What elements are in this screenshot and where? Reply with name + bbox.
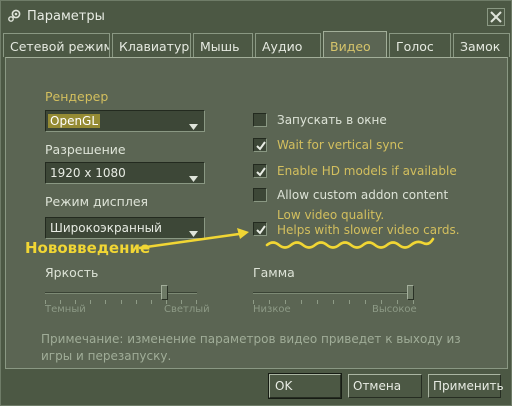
cancel-button[interactable]: Отмена xyxy=(348,374,422,398)
ok-button[interactable]: OK xyxy=(268,373,342,399)
slider-track xyxy=(253,292,414,294)
annotation-label: Нововведение xyxy=(25,239,151,257)
slider-tick xyxy=(349,300,350,304)
renderer-dropdown[interactable]: OpenGL xyxy=(45,110,205,132)
slider-tick xyxy=(90,300,91,304)
tab-bar: Сетевой режим Клавиатура Мышь Аудио Виде… xyxy=(3,31,511,57)
checkmark-icon xyxy=(256,225,266,235)
hd-models-label: Enable HD models if available xyxy=(277,164,457,178)
vsync-checkbox[interactable] xyxy=(253,138,267,152)
display-mode-dropdown[interactable]: Широкоэкранный xyxy=(45,217,205,239)
vsync-label: Wait for vertical sync xyxy=(277,138,404,152)
custom-addon-checkbox-row[interactable]: Allow custom addon content xyxy=(253,187,493,205)
settings-window: Параметры Сетевой режим Клавиатура Мышь … xyxy=(0,0,512,406)
slider-track xyxy=(45,292,197,294)
gamma-max-label: Высокое xyxy=(372,304,417,315)
tab-network[interactable]: Сетевой режим xyxy=(3,33,110,57)
custom-addon-checkbox[interactable] xyxy=(253,188,267,202)
low-quality-label-line2: Helps with slower video cards. xyxy=(277,223,460,237)
apply-button[interactable]: Применить xyxy=(428,374,504,398)
close-icon xyxy=(488,9,504,25)
brightness-min-label: Темный xyxy=(45,304,86,315)
tab-audio[interactable]: Аудио xyxy=(255,33,321,57)
slider-tick xyxy=(136,300,137,304)
checkmark-icon xyxy=(256,167,266,177)
slider-thumb[interactable] xyxy=(407,285,414,300)
display-mode-label: Режим дисплея xyxy=(45,194,149,209)
low-quality-label-line1: Low video quality. xyxy=(277,208,385,222)
slider-tick xyxy=(317,300,318,304)
tab-mouse[interactable]: Мышь xyxy=(193,33,253,57)
resolution-label: Разрешение xyxy=(45,142,126,157)
window-title: Параметры xyxy=(27,9,105,24)
windowed-checkbox[interactable] xyxy=(253,113,267,127)
close-button[interactable] xyxy=(487,8,505,26)
display-mode-value: Широкоэкранный xyxy=(50,221,162,235)
resolution-value: 1920 x 1080 xyxy=(50,166,126,180)
brightness-label: Яркость xyxy=(45,265,99,280)
chevron-down-icon xyxy=(189,119,198,130)
checkmark-icon xyxy=(256,141,266,151)
renderer-label: Рендерер xyxy=(45,89,109,104)
slider-tick xyxy=(105,300,106,304)
slider-tick xyxy=(365,300,366,304)
gamma-label: Гамма xyxy=(253,265,295,280)
hd-models-checkbox[interactable] xyxy=(253,164,267,178)
renderer-value: OpenGL xyxy=(48,114,101,128)
tab-voice[interactable]: Голос xyxy=(389,33,451,57)
chevron-down-icon xyxy=(189,171,198,182)
hd-models-checkbox-row[interactable]: Enable HD models if available xyxy=(253,163,493,181)
gamma-min-label: Низкое xyxy=(253,304,291,315)
title-bar[interactable]: Параметры xyxy=(1,1,511,31)
custom-addon-label: Allow custom addon content xyxy=(277,188,449,202)
slider-thumb[interactable] xyxy=(161,285,168,300)
slider-tick xyxy=(301,300,302,304)
chevron-down-icon xyxy=(189,226,198,237)
low-quality-checkbox[interactable] xyxy=(253,222,267,236)
vsync-checkbox-row[interactable]: Wait for vertical sync xyxy=(253,137,493,155)
tab-video[interactable]: Видео xyxy=(323,31,387,57)
low-quality-checkbox-row[interactable]: Low video quality. Helps with slower vid… xyxy=(253,208,493,242)
slider-tick xyxy=(121,300,122,304)
steam-icon xyxy=(7,9,21,23)
tab-keyboard[interactable]: Клавиатура xyxy=(112,33,191,57)
video-note: Примечание: изменение параметров видео п… xyxy=(41,332,461,363)
tab-lock[interactable]: Замок xyxy=(453,33,510,57)
windowed-checkbox-row[interactable]: Запускать в окне xyxy=(253,112,493,130)
resolution-dropdown[interactable]: 1920 x 1080 xyxy=(45,162,205,184)
windowed-label: Запускать в окне xyxy=(277,113,387,127)
slider-tick xyxy=(333,300,334,304)
slider-tick xyxy=(151,300,152,304)
brightness-max-label: Светлый xyxy=(164,304,210,315)
